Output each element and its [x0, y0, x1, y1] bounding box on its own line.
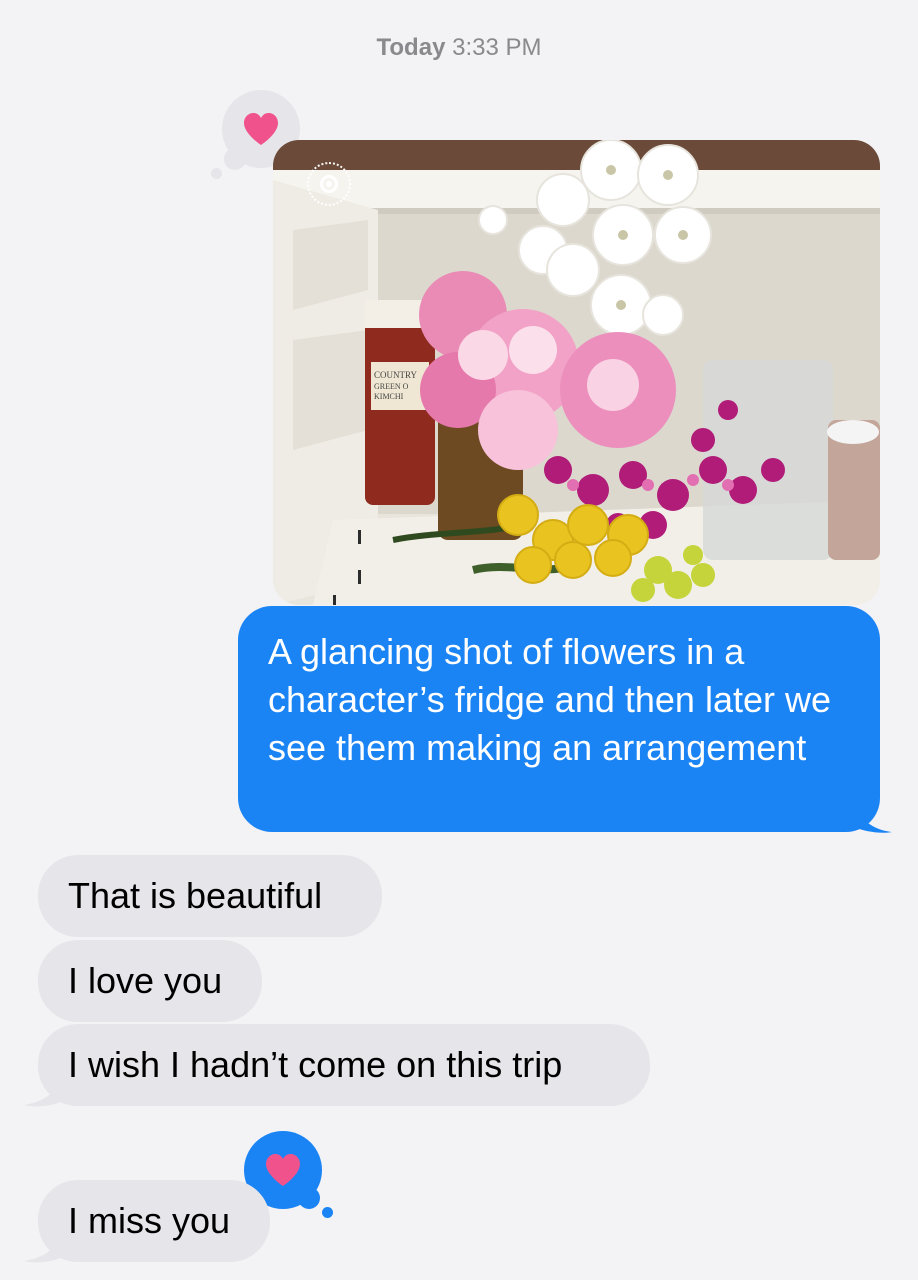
bubble-tail — [24, 1230, 64, 1263]
message-text: That is beautiful — [68, 875, 323, 916]
tapback-tail-dot — [322, 1207, 333, 1218]
message-sent[interactable]: A glancing shot of flowers in a characte… — [238, 606, 880, 832]
message-received[interactable]: I wish I hadn’t come on this trip — [38, 1024, 650, 1106]
flowers-photo: COUNTRY GREEN O KIMCHI — [273, 140, 880, 605]
photo-attachment[interactable]: COUNTRY GREEN O KIMCHI — [273, 140, 880, 605]
tapback-tail-dot — [211, 168, 222, 179]
message-text: I wish I hadn’t come on this trip — [68, 1044, 563, 1085]
tapback-tail — [298, 1187, 320, 1209]
heart-icon — [244, 113, 278, 145]
bubble-tail — [852, 800, 892, 833]
timestamp-day: Today — [376, 34, 446, 61]
timestamp-time: 3:33 PM — [452, 34, 542, 61]
message-received[interactable]: I miss you — [38, 1180, 270, 1262]
svg-text:KIMCHI: KIMCHI — [374, 392, 404, 401]
message-received[interactable]: That is beautiful — [38, 855, 382, 937]
message-received[interactable]: I love you — [38, 940, 262, 1022]
timestamp: Today 3:33 PM — [0, 34, 918, 62]
tapback-tail — [224, 148, 246, 170]
heart-icon — [266, 1154, 300, 1186]
jar-label-text: COUNTRY — [374, 370, 418, 380]
message-text: I love you — [68, 960, 223, 1001]
message-text: A glancing shot of flowers in a characte… — [268, 631, 831, 768]
live-photo-icon[interactable] — [307, 162, 351, 206]
message-text: I miss you — [68, 1200, 231, 1241]
bubble-tail — [24, 1074, 64, 1107]
svg-text:GREEN O: GREEN O — [374, 382, 409, 391]
